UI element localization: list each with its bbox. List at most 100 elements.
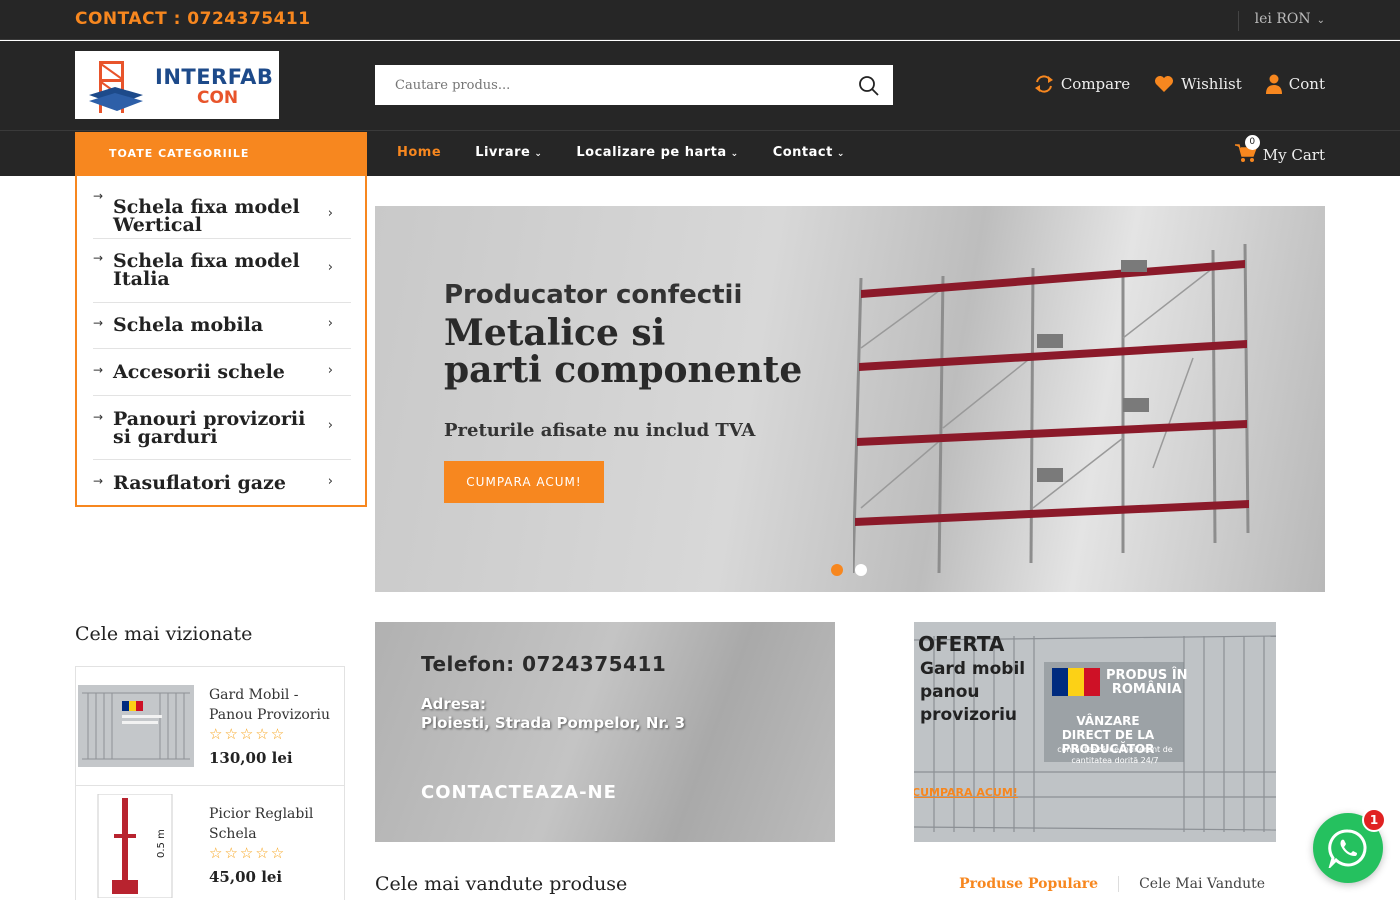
chevron-right-icon: ›: [327, 260, 333, 275]
hero-subtitle: Producator confectii: [444, 280, 743, 310]
made-in-romania-badge: PRODUS ÎN ROMÂNIA: [1106, 669, 1188, 697]
chevron-down-icon: ⌄: [836, 149, 845, 159]
cart-button[interactable]: 0 My Cart: [1234, 135, 1325, 167]
scaffolding-image: [853, 243, 1250, 573]
cart-count-badge: 0: [1244, 135, 1260, 150]
romania-flag-icon: [1052, 668, 1100, 696]
nav-item-contact[interactable]: Contact ⌄: [773, 145, 845, 160]
nav-item-label: Livrare: [475, 145, 531, 160]
contact-phone[interactable]: CONTACT : 0724375411: [75, 9, 311, 29]
category-item-mobila[interactable]: → Schela mobila ›: [93, 303, 351, 349]
slider-dot-2[interactable]: [855, 564, 867, 576]
hero-slider: Producator confectii Metalice si parti c…: [375, 206, 1325, 592]
compare-link[interactable]: Compare: [1034, 75, 1130, 93]
chevron-right-icon: ›: [327, 474, 333, 489]
offer-banner[interactable]: OFERTA Gard mobil panou provizoriu PRODU…: [914, 622, 1276, 842]
arrow-right-icon: →: [93, 474, 104, 488]
main-nav: TOATE CATEGORIILE Home Livrare ⌄ Localiza…: [0, 130, 1400, 176]
category-list: → Schela fixa model Wertical › → Schela …: [75, 176, 367, 507]
rating-stars-icon: ☆☆☆☆☆: [209, 844, 287, 862]
slider-dots: [831, 564, 867, 576]
contact-banner[interactable]: Telefon: 0724375411 Adresa: Ploiesti, St…: [375, 622, 835, 842]
most-viewed-title: Cele mai vizionate: [75, 623, 253, 645]
offer-description: Gard mobil panou provizoriu: [920, 659, 1026, 725]
arrow-right-icon: →: [93, 410, 104, 424]
nav-item-label: Home: [397, 145, 442, 160]
hero-title-line2: parti componente: [444, 349, 803, 391]
tab-popular[interactable]: Produse Populare: [959, 876, 1098, 892]
product-image-jack[interactable]: 0.5 m: [78, 794, 194, 898]
compare-label: Compare: [1060, 75, 1131, 93]
logo-text-secondary: CON: [197, 88, 239, 108]
chevron-right-icon: ›: [327, 418, 333, 433]
site-logo[interactable]: INTERFAB CON: [75, 51, 279, 119]
cart-icon-wrap: 0: [1234, 135, 1260, 167]
wishlist-link[interactable]: Wishlist: [1154, 75, 1242, 93]
account-link[interactable]: Cont: [1265, 74, 1325, 94]
category-item-rasuflatori[interactable]: → Rasuflatori gaze ›: [93, 460, 351, 505]
dimension-label: 0.5 m: [156, 829, 167, 858]
scaffold-logo-icon: [89, 61, 143, 113]
search-bar: [375, 65, 893, 105]
banner-address-label: Adresa:: [421, 695, 486, 713]
tab-best-sellers[interactable]: Cele Mai Vandute: [1139, 876, 1265, 892]
banner-address: Ploiesti, Strada Pompelor, Nr. 3: [421, 714, 686, 732]
offer-title: OFERTA: [918, 632, 1005, 656]
currency-label: lei RON: [1254, 11, 1311, 27]
product-price: 45,00 lei: [209, 868, 283, 886]
hero-title-line1: Metalice si: [444, 312, 666, 354]
product-price: 130,00 lei: [209, 749, 293, 767]
nav-item-label: Localizare pe harta: [576, 145, 727, 160]
product-name[interactable]: Picior Reglabil Schela: [209, 804, 334, 844]
category-label: Schela fixa model Italia: [113, 250, 300, 290]
user-icon: [1265, 74, 1282, 94]
category-item-italia[interactable]: → Schela fixa model Italia ›: [93, 239, 351, 303]
logo-text-primary: INTERFAB: [155, 65, 274, 89]
best-sellers-title: Cele mai vandute produse: [375, 873, 628, 895]
chevron-right-icon: ›: [327, 363, 333, 378]
category-label: Rasuflatori gaze: [113, 472, 286, 494]
product-image-fence[interactable]: [78, 685, 194, 767]
header: INTERFAB CON Compare Wishlist: [0, 41, 1400, 130]
currency-selector[interactable]: lei RON ⌄: [1237, 11, 1325, 31]
category-label: Schela mobila: [113, 314, 264, 336]
nav-item-home[interactable]: Home: [397, 145, 441, 160]
compare-arrows-icon: [1034, 75, 1053, 93]
search-input[interactable]: [375, 65, 845, 105]
rating-stars-icon: ☆☆☆☆☆: [209, 725, 287, 743]
tab-divider: [1118, 876, 1120, 892]
top-bar: CONTACT : 0724375411 lei RON ⌄: [0, 0, 1400, 40]
category-item-wertical[interactable]: → Schela fixa model Wertical ›: [93, 186, 351, 239]
chevron-down-icon: ⌄: [534, 149, 543, 159]
badge-line2: ROMÂNIA: [1111, 682, 1182, 697]
slider-dot-1[interactable]: [831, 564, 843, 576]
category-item-panouri[interactable]: → Panouri provizorii si garduri ›: [93, 396, 351, 460]
nav-item-livrare[interactable]: Livrare ⌄: [475, 145, 542, 160]
product-name[interactable]: Gard Mobil - Panou Provizoriu: [209, 685, 334, 725]
all-categories-toggle[interactable]: TOATE CATEGORIILE: [75, 132, 367, 176]
wishlist-label: Wishlist: [1181, 75, 1242, 93]
offer-buy-link[interactable]: CUMPARA ACUM!: [914, 786, 1018, 799]
chevron-right-icon: ›: [327, 206, 333, 221]
nav-item-label: Contact: [772, 145, 833, 160]
search-icon[interactable]: [857, 74, 881, 98]
contact-us-link[interactable]: CONTACTEAZA-NE: [421, 782, 617, 803]
badge-line1: PRODUS ÎN: [1106, 668, 1188, 683]
category-label: Panouri provizorii si garduri: [113, 408, 306, 448]
list-item: 0.5 m Picior Reglabil Schela ☆☆☆☆☆ 45,00…: [76, 786, 344, 900]
list-item: Gard Mobil - Panou Provizoriu ☆☆☆☆☆ 130,…: [76, 667, 344, 786]
hero-price-note: Preturile afisate nu includ TVA: [444, 420, 756, 441]
most-viewed-list: Gard Mobil - Panou Provizoriu ☆☆☆☆☆ 130,…: [75, 666, 345, 900]
category-label: Accesorii schele: [113, 361, 285, 383]
nav-item-localizare[interactable]: Localizare pe harta ⌄: [576, 145, 738, 160]
chevron-down-icon: ⌄: [730, 149, 739, 159]
chevron-right-icon: ›: [327, 316, 333, 331]
category-label: Schela fixa model Wertical: [113, 196, 300, 236]
whatsapp-icon: [1328, 829, 1367, 868]
arrow-right-icon: →: [93, 363, 104, 377]
cart-label: My Cart: [1262, 146, 1325, 164]
arrow-right-icon: →: [93, 189, 104, 203]
hero-buy-button[interactable]: CUMPARA ACUM!: [444, 461, 604, 503]
category-item-accesorii[interactable]: → Accesorii schele ›: [93, 349, 351, 396]
arrow-right-icon: →: [93, 316, 104, 330]
